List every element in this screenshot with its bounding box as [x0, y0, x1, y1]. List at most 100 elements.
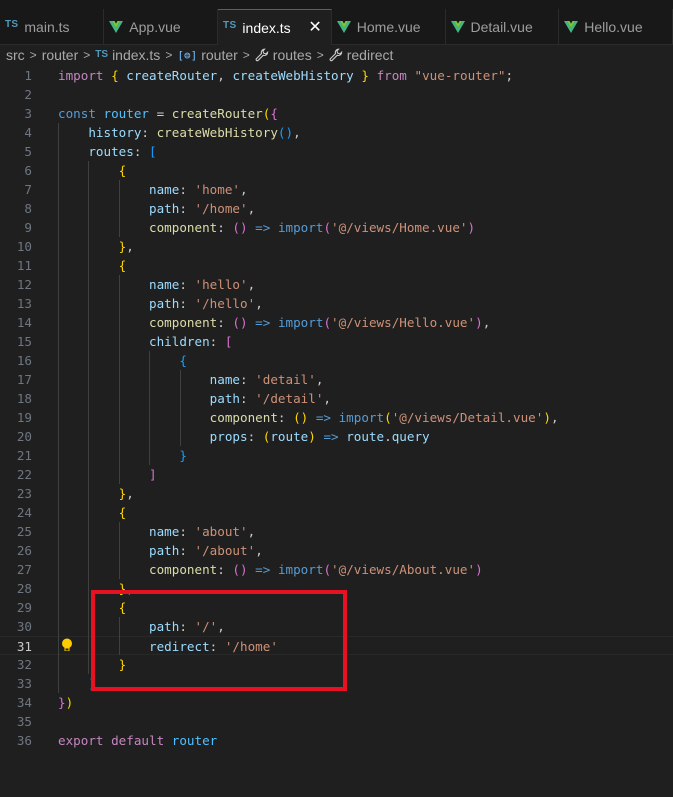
line-number: 31 — [16, 639, 32, 654]
code-line[interactable]: 1 import { createRouter, createWebHistory… — [0, 66, 673, 85]
tab-detail-vue[interactable]: Detail.vue — [445, 9, 560, 44]
code-token: , — [482, 315, 491, 330]
code-line[interactable]: 35 — [0, 712, 673, 731]
code-line[interactable]: 15 children: [ — [0, 332, 673, 351]
code-token: name — [209, 372, 240, 387]
code-token: createWebHistory — [232, 68, 354, 83]
code-text: { — [58, 351, 187, 370]
lightbulb-icon[interactable] — [61, 638, 73, 653]
line-number: 35 — [16, 714, 32, 729]
code-line[interactable]: 2 — [0, 85, 673, 104]
code-line[interactable]: 11 { — [0, 256, 673, 275]
code-token: '@/views/Home.vue' — [331, 220, 468, 235]
code-token: : — [179, 296, 195, 311]
code-line[interactable]: 9 component: () => import('@/views/Home.… — [0, 218, 673, 237]
line-number: 34 — [16, 695, 32, 710]
code-line[interactable]: 18 path: '/detail', — [0, 389, 673, 408]
code-line[interactable]: 36 export default router — [0, 731, 673, 750]
code-token: props — [209, 429, 248, 444]
code-text: } — [58, 446, 187, 465]
tab-home-vue[interactable]: Home.vue — [331, 9, 446, 44]
code-line[interactable]: 19 component: () => import('@/views/Deta… — [0, 408, 673, 427]
code-line[interactable]: 14 component: () => import('@/views/Hell… — [0, 313, 673, 332]
line-number: 36 — [16, 733, 32, 748]
tab-hello-vue[interactable]: Hello.vue — [559, 9, 673, 44]
code-line[interactable]: 3 const router = createRouter({ — [0, 104, 673, 123]
code-token: [ — [224, 334, 233, 349]
code-token: '/about' — [194, 543, 256, 558]
code-line[interactable]: 7 name: 'home', — [0, 180, 673, 199]
code-text: { — [58, 256, 127, 275]
line-number: 22 — [16, 467, 32, 482]
code-line[interactable]: 10 }, — [0, 237, 673, 256]
code-token: createWebHistory — [156, 125, 278, 140]
indent-guide — [180, 370, 181, 446]
breadcrumb-item[interactable]: [⊜] router — [177, 47, 237, 63]
code-line[interactable]: 13 path: '/hello', — [0, 294, 673, 313]
breadcrumb-item[interactable]: router — [42, 47, 79, 63]
code-token: : — [179, 182, 195, 197]
code-line[interactable]: 23 }, — [0, 484, 673, 503]
tab-main-ts[interactable]: TS main.ts — [0, 9, 105, 44]
tab-label: Home.vue — [356, 18, 421, 35]
line-number: 14 — [16, 315, 32, 330]
breadcrumb-item[interactable]: src — [6, 47, 25, 63]
vue-icon — [336, 20, 351, 33]
code-token: ; — [505, 68, 514, 83]
tab-index-ts[interactable]: TS index.ts ✕ — [218, 9, 332, 45]
breadcrumb-label: router — [201, 47, 238, 63]
code-line[interactable]: 34}) — [0, 693, 673, 712]
close-icon[interactable]: ✕ — [308, 19, 321, 36]
code-line[interactable]: 4 history: createWebHistory(), — [0, 123, 673, 142]
tab-label: index.ts — [242, 19, 291, 36]
code-line[interactable]: 16 { — [0, 351, 673, 370]
code-token: => — [247, 562, 278, 577]
code-line[interactable]: 26 path: '/about', — [0, 541, 673, 560]
code-line[interactable]: 22 ] — [0, 465, 673, 484]
code-editor[interactable]: 1 import { createRouter, createWebHistory… — [0, 66, 673, 797]
code-line[interactable]: 21 } — [0, 446, 673, 465]
typescript-icon: TS — [95, 48, 109, 60]
line-number: 18 — [16, 391, 32, 406]
breadcrumb-item[interactable]: redirect — [329, 47, 393, 63]
vue-icon — [564, 20, 579, 33]
code-line[interactable]: 17 name: 'detail', — [0, 370, 673, 389]
code-token: ) — [467, 220, 476, 235]
code-token: } — [361, 68, 369, 83]
code-token: () — [277, 125, 294, 140]
code-token: = — [149, 106, 172, 121]
line-number: 19 — [16, 410, 32, 425]
code-token: export — [58, 733, 104, 748]
code-line[interactable]: 6 { — [0, 161, 673, 180]
typescript-icon: TS — [5, 19, 19, 30]
code-token: () — [232, 562, 248, 577]
code-token: , — [247, 277, 256, 292]
code-token: component — [149, 220, 218, 235]
code-token: } — [58, 695, 66, 710]
code-line[interactable]: 8 path: '/home', — [0, 199, 673, 218]
line-number: 7 — [24, 182, 32, 197]
code-text: history: createWebHistory(), — [58, 123, 300, 142]
line-number: 8 — [24, 201, 32, 216]
code-line[interactable]: 27 component: () => import('@/views/Abou… — [0, 560, 673, 579]
code-line[interactable]: 24 { — [0, 503, 673, 522]
tab-app-vue[interactable]: App.vue — [104, 9, 219, 44]
code-token: from — [376, 68, 407, 83]
breadcrumb-item[interactable]: routes — [255, 47, 312, 63]
breadcrumb-item[interactable]: TS index.ts — [95, 47, 160, 63]
code-line[interactable]: 25 name: 'about', — [0, 522, 673, 541]
code-text: import { createRouter, createWebHistory … — [58, 66, 513, 85]
code-line[interactable]: 5 routes: [ — [0, 142, 673, 161]
code-line[interactable]: 20 props: (route) => route.query — [0, 427, 673, 446]
code-token: => — [247, 315, 278, 330]
code-token: { — [118, 258, 127, 273]
code-token: } — [179, 448, 187, 463]
code-line[interactable]: 12 name: 'hello', — [0, 275, 673, 294]
line-number: 1 — [24, 68, 32, 83]
indent-guide — [119, 275, 120, 484]
